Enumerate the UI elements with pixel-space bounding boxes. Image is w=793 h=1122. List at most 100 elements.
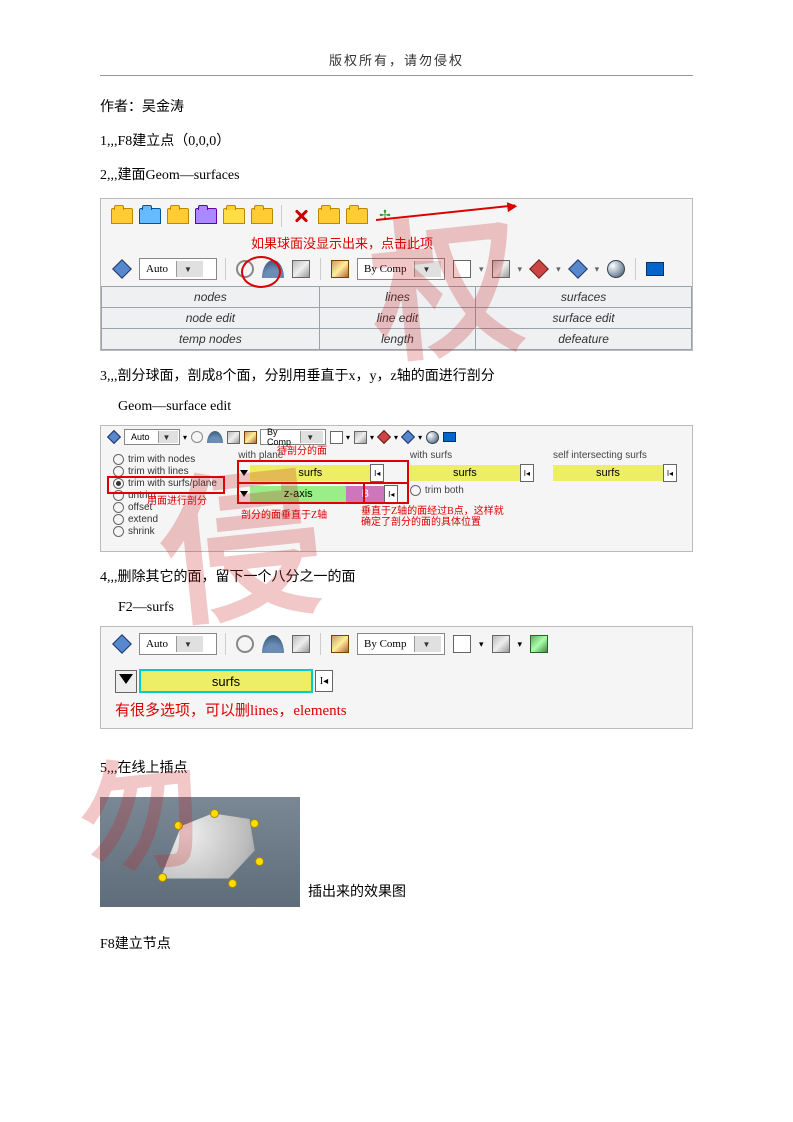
cube-icon[interactable] xyxy=(290,633,312,655)
geom-icon[interactable] xyxy=(111,633,133,655)
auto-dropdown-3[interactable]: Auto▼ xyxy=(139,633,217,655)
endcap-rewind-icon[interactable]: I◂ xyxy=(384,485,398,503)
wire-cube-icon[interactable] xyxy=(451,633,473,655)
screenshot-panel-3: Auto▼ By Comp▼ ▾ ▾ surfs I◂ 有很多选项，可以删lin… xyxy=(100,626,693,729)
arc-icon[interactable] xyxy=(207,430,223,444)
cube-green-icon[interactable] xyxy=(528,633,550,655)
diamond-red-icon[interactable] xyxy=(528,258,550,280)
monitor-icon[interactable] xyxy=(644,258,666,280)
cell-line-edit[interactable]: line edit xyxy=(319,308,475,329)
diamond-red-icon[interactable] xyxy=(377,430,391,444)
folder-purple-icon[interactable] xyxy=(195,205,217,227)
page-header: 版权所有，请勿侵权 xyxy=(100,50,693,76)
ring-icon[interactable] xyxy=(190,430,204,444)
table-row: node edit line edit surface edit xyxy=(102,308,692,329)
label-trim-both: trim both xyxy=(425,485,464,496)
endcap-rewind-icon[interactable]: I◂ xyxy=(520,464,534,482)
folder-open-icon[interactable] xyxy=(111,205,133,227)
radio-extend[interactable]: extend xyxy=(113,514,222,525)
wire-cube-icon[interactable] xyxy=(329,430,343,444)
panel3-annotation: 有很多选项，可以删lines，elements xyxy=(115,699,678,720)
folder-batch1-icon[interactable] xyxy=(318,205,340,227)
toolbar-row1: ✢ 如果球面没显示出来，点击此项 xyxy=(101,199,692,258)
step-3b: Geom—surface edit xyxy=(118,399,693,415)
field-zaxis[interactable]: z-axis B xyxy=(250,486,384,502)
radio-trim-lines[interactable]: trim with lines xyxy=(113,466,222,477)
panel1-annotation: 如果球面没显示出来，点击此项 xyxy=(251,233,433,252)
cube-gold-icon[interactable] xyxy=(329,258,351,280)
import-icon[interactable] xyxy=(223,205,245,227)
cube-dark-icon[interactable] xyxy=(290,258,312,280)
geom-actions-table: nodes lines surfaces node edit line edit… xyxy=(101,286,692,350)
arc-icon[interactable] xyxy=(262,633,284,655)
cell-defeature[interactable]: defeature xyxy=(476,329,692,350)
shade-cube-icon[interactable] xyxy=(353,430,367,444)
anno-mid: 剖分的面垂直于Z轴 xyxy=(241,510,327,521)
arc-surf-icon[interactable] xyxy=(262,258,284,280)
step-4b: F2—surfs xyxy=(118,600,693,616)
geom-icon[interactable] xyxy=(107,430,121,444)
endcap-rewind-icon[interactable]: I◂ xyxy=(315,670,333,692)
monitor-icon[interactable] xyxy=(442,430,456,444)
auto-dropdown-2[interactable]: Auto▼ xyxy=(124,429,180,445)
bycomp-dropdown-2[interactable]: By Comp▼ xyxy=(260,429,326,445)
anno-right: 垂直于Z轴的面经过B点，这样就确定了剖分的面的具体位置 xyxy=(361,506,511,528)
figure-5 xyxy=(100,797,300,907)
field-surfs-3[interactable]: surfs xyxy=(553,465,663,481)
endcap-rewind-icon[interactable]: I◂ xyxy=(663,464,677,482)
cell-node-edit[interactable]: node edit xyxy=(102,308,320,329)
axes-icon[interactable]: ✢ xyxy=(374,205,396,227)
folder-save-icon[interactable] xyxy=(167,205,189,227)
auto-dropdown[interactable]: Auto▼ xyxy=(139,258,217,280)
selector-toggle[interactable] xyxy=(115,670,137,693)
screenshot-panel-1: ✢ 如果球面没显示出来，点击此项 Auto▼ By Comp▼ ▾ xyxy=(100,198,693,351)
ring-icon[interactable] xyxy=(234,633,256,655)
table-row: nodes lines surfaces xyxy=(102,287,692,308)
folder-blue-icon[interactable] xyxy=(139,205,161,227)
field-surfs-2[interactable]: surfs xyxy=(410,465,520,481)
radio-trim-surfs-plane[interactable]: trim with surfs/plane xyxy=(113,478,222,489)
ring-icon[interactable] xyxy=(234,258,256,280)
screenshot-panel-2: Auto▼ ▾ By Comp▼ ▾ ▾ ▾ ▾ trim with nodes… xyxy=(100,425,693,552)
cell-surface-edit[interactable]: surface edit xyxy=(476,308,692,329)
step-4a: 4,,,删除其它的面，留下一个八分之一的面 xyxy=(100,566,693,586)
author-line: 作者：吴金涛 xyxy=(100,96,693,116)
anno-top: 待剖分的面 xyxy=(277,446,327,457)
wireframe-cube-icon[interactable] xyxy=(451,258,473,280)
radio-trim-nodes[interactable]: trim with nodes xyxy=(113,454,222,465)
toolbar-row2: Auto▼ By Comp▼ ▾ ▾ ▾ ▾ xyxy=(101,258,692,286)
shaded-cube-icon[interactable] xyxy=(490,258,512,280)
step-2: 2,,,建面Geom—surfaces xyxy=(100,164,693,184)
table-row: temp nodes length defeature xyxy=(102,329,692,350)
sphere-icon[interactable] xyxy=(425,430,439,444)
cell-surfaces[interactable]: surfaces xyxy=(476,287,692,308)
sphere-icon[interactable] xyxy=(605,258,627,280)
diamond-blue-icon[interactable] xyxy=(401,430,415,444)
step-1: 1,,,F8建立点（0,0,0） xyxy=(100,130,693,150)
shade-cube-icon[interactable] xyxy=(490,633,512,655)
bycomp-dropdown[interactable]: By Comp▼ xyxy=(357,258,445,280)
delete-x-icon[interactable] xyxy=(290,205,312,227)
label-with-surfs: with surfs xyxy=(410,450,543,461)
radio-trim-both[interactable] xyxy=(410,485,421,496)
figure-5-caption: 插出来的效果图 xyxy=(308,881,406,901)
cell-lines[interactable]: lines xyxy=(319,287,475,308)
diamond-blue-icon[interactable] xyxy=(567,258,589,280)
cube-gold-icon[interactable] xyxy=(329,633,351,655)
label-self-intersecting: self intersecting surfs xyxy=(553,450,686,461)
field-surfs[interactable]: surfs xyxy=(250,465,370,481)
cube-icon[interactable] xyxy=(226,430,240,444)
geom-icon[interactable] xyxy=(111,258,133,280)
export-icon[interactable] xyxy=(251,205,273,227)
field-surfs-big[interactable]: surfs xyxy=(141,671,311,691)
step-3a: 3,,,剖分球面，剖成8个面，分别用垂直于x，y，z轴的面进行剖分 xyxy=(100,365,693,385)
folder-batch2-icon[interactable] xyxy=(346,205,368,227)
endcap-rewind-icon[interactable]: I◂ xyxy=(370,464,384,482)
cube-gold-icon[interactable] xyxy=(243,430,257,444)
cell-nodes[interactable]: nodes xyxy=(102,287,320,308)
cell-temp-nodes[interactable]: temp nodes xyxy=(102,329,320,350)
bycomp-dropdown-3[interactable]: By Comp▼ xyxy=(357,633,445,655)
step-5: 5,,,在线上插点 xyxy=(100,757,693,777)
cell-length[interactable]: length xyxy=(319,329,475,350)
radio-shrink[interactable]: shrink xyxy=(113,526,222,537)
